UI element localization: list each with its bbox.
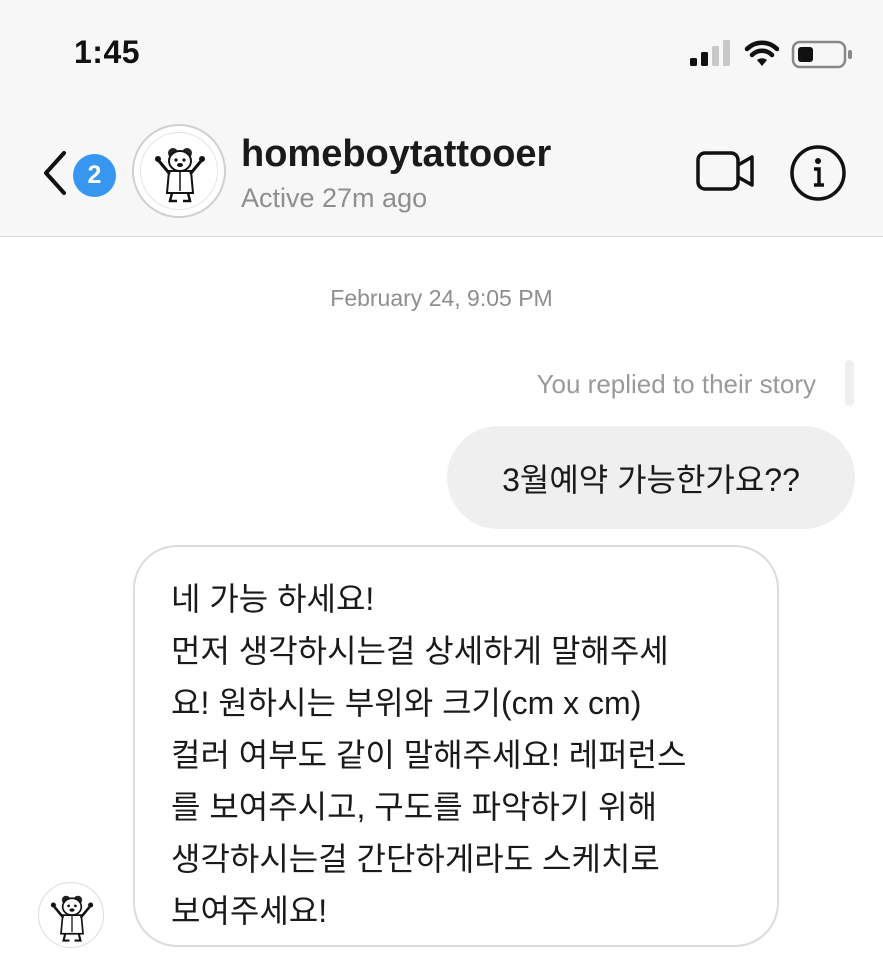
bear-mascot-icon [140, 132, 218, 210]
outgoing-message-bubble[interactable]: 3월예약 가능한가요?? [447, 426, 855, 529]
message-thread[interactable]: February 24, 9:05 PM You replied to thei… [0, 238, 883, 960]
active-status: Active 27m ago [241, 183, 428, 213]
cellular-signal-icon [690, 40, 730, 66]
story-reply-indicator [845, 360, 854, 406]
battery-icon [791, 40, 852, 69]
outgoing-message-text: 3월예약 가능한가요?? [502, 461, 800, 498]
back-chevron-icon [44, 151, 66, 195]
incoming-message-bubble[interactable]: 네 가능 하세요! 먼저 생각하시는걸 상세하게 말해주세 요! 원하시는 부위… [133, 545, 779, 947]
video-call-button[interactable] [694, 145, 758, 197]
video-call-icon [696, 151, 754, 191]
info-icon [790, 145, 846, 201]
chat-username[interactable]: homeboytattooer [241, 133, 551, 176]
incoming-message-line: 생각하시는걸 간단하게라도 스케치로 [171, 841, 660, 877]
sender-avatar[interactable] [38, 882, 104, 948]
bear-mascot-icon [50, 895, 94, 942]
system-icons [690, 38, 855, 70]
profile-avatar[interactable] [132, 124, 226, 218]
incoming-message-line: 먼저 생각하시는걸 상세하게 말해주세 [171, 633, 669, 669]
unread-count-badge: 2 [73, 154, 116, 197]
back-button[interactable]: 2 [40, 145, 120, 201]
incoming-message-line: 네 가능 하세요! [171, 581, 375, 617]
info-button[interactable] [788, 143, 848, 203]
status-bar: 1:45 [0, 0, 883, 105]
story-reply-note: You replied to their story [536, 369, 816, 399]
incoming-message-line: 요! 원하시는 부위와 크기(cm x cm) [171, 685, 642, 721]
wifi-icon [744, 40, 780, 66]
incoming-message-line: 컬러 여부도 같이 말해주세요! 레퍼런스 [171, 737, 687, 773]
incoming-message-line: 보여주세요! [171, 893, 328, 929]
chat-header: 2 homeboytattooer Active 27m ago [0, 105, 883, 237]
status-time: 1:45 [74, 34, 141, 70]
date-stamp: February 24, 9:05 PM [330, 285, 553, 311]
incoming-message-line: 를 보여주시고, 구도를 파악하기 위해 [171, 789, 658, 825]
